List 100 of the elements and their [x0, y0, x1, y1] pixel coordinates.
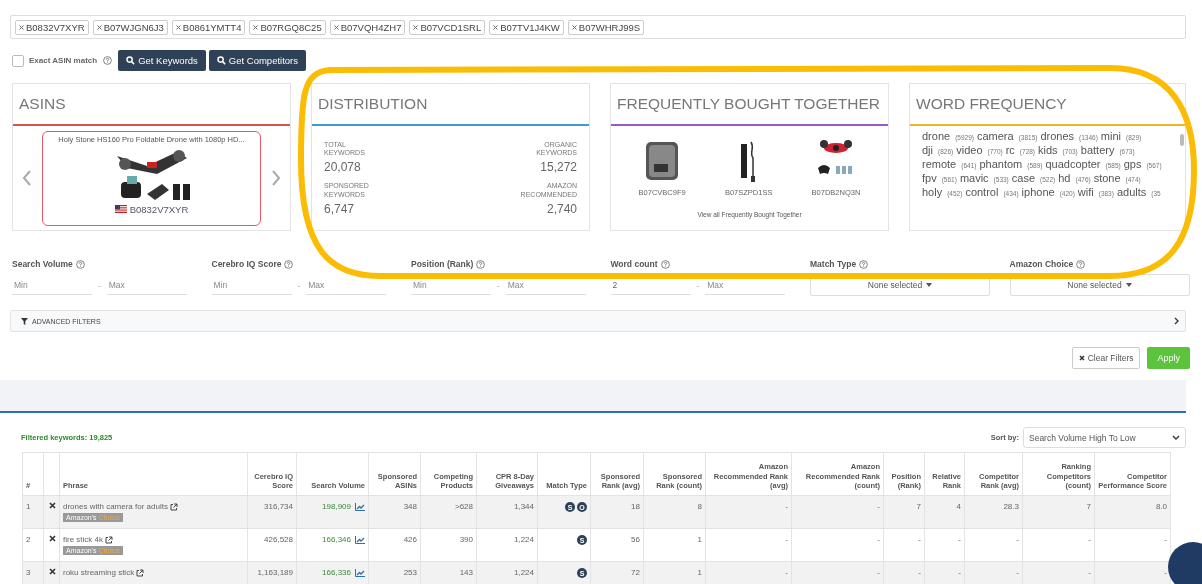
trend-chart-icon[interactable] [355, 535, 365, 544]
table-cell: 8.0 [1094, 495, 1171, 529]
word: wifi [1077, 186, 1094, 198]
help-icon[interactable] [1076, 259, 1086, 269]
stat-value: 6,747 [324, 201, 356, 216]
table-cell: - [791, 495, 884, 529]
asin-tag[interactable]: B0861YMTT4 [171, 19, 246, 35]
clear-filters-button[interactable]: Clear Filters [1071, 347, 1141, 369]
table-cell: 56 [590, 528, 644, 562]
remove-icon[interactable] [49, 535, 56, 542]
asin-tag[interactable]: B07WJGN6J3 [92, 19, 168, 35]
filter-label: Search Volume [12, 259, 73, 269]
table-cell: - [1094, 528, 1171, 562]
external-link-icon[interactable] [169, 502, 178, 511]
asin-tag[interactable]: B07VQH4ZH7 [329, 19, 406, 35]
trend-chart-icon[interactable] [355, 502, 365, 511]
range-dash: - [696, 280, 700, 290]
chevron-right-icon [1174, 317, 1179, 325]
action-button[interactable]: Get Competitors [208, 50, 306, 71]
word: battery [1080, 144, 1115, 156]
word: iphone [1021, 186, 1055, 198]
action-button[interactable]: Get Keywords [118, 50, 206, 71]
table-cell: - [924, 528, 965, 562]
table-cell: 18 [590, 495, 644, 529]
table-cell: 7 [1022, 495, 1095, 529]
search-icon [216, 56, 226, 65]
stat-value: 2,740 [546, 201, 577, 216]
table-cell: 1 [643, 528, 706, 562]
filter-label: Word count [610, 259, 658, 269]
scrollbar[interactable] [1180, 134, 1184, 146]
remove-icon[interactable] [19, 24, 24, 30]
table-cell: - [705, 495, 792, 529]
external-link-icon[interactable] [105, 535, 113, 544]
word: dji [922, 144, 933, 156]
checkbox[interactable] [12, 54, 24, 67]
word: control [965, 186, 999, 198]
external-link-icon[interactable] [136, 568, 145, 577]
word: quadcopter [1045, 158, 1101, 170]
remove-icon[interactable] [96, 24, 102, 30]
search-volume: 166,346 [322, 535, 351, 544]
help-icon[interactable] [660, 259, 670, 269]
card-title: WORD FREQUENCY [910, 84, 1185, 126]
caret-icon [1125, 283, 1132, 287]
asin-tag[interactable]: B07VCD1SRL [409, 19, 486, 35]
word: stone [1093, 172, 1121, 184]
help-icon[interactable] [75, 259, 85, 269]
word: holy [922, 186, 943, 198]
word: drone [922, 130, 951, 142]
word: hd [1058, 172, 1071, 184]
card-title: ASINS [13, 84, 290, 126]
table-cell: 390 [420, 528, 477, 562]
help-icon[interactable] [476, 259, 486, 269]
remove-icon[interactable] [413, 24, 419, 30]
word: fpv [922, 172, 937, 184]
word: adults [1116, 186, 1147, 198]
sort-dropdown[interactable]: Search Volume High To Low [1023, 427, 1186, 448]
range-dash: - [297, 280, 301, 290]
table-cell: 28.3 [964, 495, 1023, 529]
keyword-phrase: roku streaming stick [63, 568, 135, 577]
table-cell: 1,344 [476, 495, 538, 529]
remove-icon[interactable] [49, 502, 56, 509]
filter-label: Amazon Choice [1009, 259, 1074, 269]
word: gps [1123, 158, 1142, 170]
remove-icon[interactable] [333, 24, 339, 30]
table-cell: 426,528 [247, 528, 297, 562]
table-cell: 8 [643, 495, 706, 529]
word: rc [1005, 144, 1015, 156]
help-icon[interactable] [859, 259, 869, 269]
filter-label: Position (Rank) [411, 259, 474, 269]
caret-icon [926, 283, 933, 287]
remove-icon[interactable] [493, 24, 499, 30]
table-cell: - [705, 528, 792, 562]
chevron-down-icon [1172, 435, 1180, 440]
remove-icon[interactable] [571, 24, 577, 30]
help-icon[interactable] [103, 56, 113, 65]
asin-tag[interactable]: B07TV1J4KW [489, 19, 564, 35]
word: phantom [979, 158, 1023, 170]
trend-chart-icon[interactable] [355, 568, 365, 577]
keyword-phrase: drones with camera for adults [63, 502, 168, 511]
asin-input-field[interactable]: B0832V7XYR B07WJGN6J3 B0861YMTT4 B07RGQ8C25 B07VQH4ZH7 B07VCD1SRL B07TV1J4KW B07WHRJ99S [10, 15, 1186, 39]
asin-tag[interactable]: B0832V7XYR [15, 19, 89, 35]
remove-icon[interactable] [253, 24, 259, 30]
table-cell: - [1022, 528, 1095, 562]
keyword-phrase: fire stick 4k [63, 535, 103, 544]
filter-label: Cerebro IQ Score [211, 259, 282, 269]
help-icon[interactable] [284, 259, 294, 269]
word: mavic [959, 172, 989, 184]
checkbox-label: Exact ASIN match [29, 56, 98, 65]
table-cell: 426 [368, 528, 421, 562]
asin-tag[interactable]: B07RGQ8C25 [249, 19, 326, 35]
word: video [956, 144, 983, 156]
card-title: FREQUENTLY BOUGHT TOGETHER [611, 84, 888, 126]
card-title: DISTRIBUTION [312, 84, 589, 126]
remove-icon[interactable] [49, 568, 56, 575]
table-cell: - [964, 528, 1023, 562]
word: remote [922, 158, 957, 170]
remove-icon[interactable] [175, 24, 181, 30]
table-cell: - [791, 528, 884, 562]
filter-icon [21, 317, 28, 325]
asin-tag[interactable]: B07WHRJ99S [567, 19, 645, 35]
